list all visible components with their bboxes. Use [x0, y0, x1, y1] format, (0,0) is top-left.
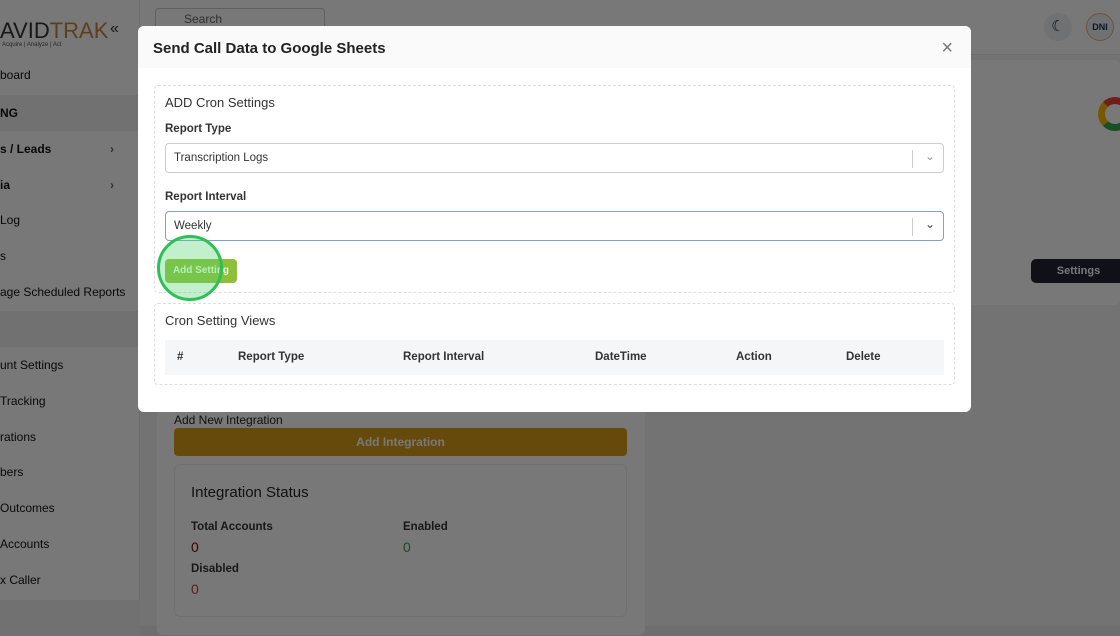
total-accounts-label: Total Accounts — [191, 521, 273, 533]
section-title: ADD Cron Settings — [165, 95, 275, 110]
sidebar-section — [0, 600, 140, 636]
column-header-delete: Delete — [846, 351, 881, 363]
close-icon[interactable]: × — [941, 37, 953, 60]
integration-status-title: Integration Status — [191, 484, 309, 501]
column-header-action: Action — [736, 351, 772, 363]
sidebar-section — [0, 311, 140, 347]
disabled-label: Disabled — [191, 563, 239, 575]
sidebar-item-outcomes[interactable]: Outcomes — [0, 490, 140, 526]
add-new-integration-label: Add New Integration — [174, 413, 283, 427]
sidebar-item-calls-leads[interactable]: s / Leads › — [0, 131, 140, 167]
enabled-value: 0 — [403, 539, 411, 555]
table-header: # Report Type Report Interval DateTime A… — [165, 340, 944, 375]
collapse-sidebar-icon[interactable]: « — [110, 20, 119, 38]
add-cron-settings-section: ADD Cron Settings Report Type Transcript… — [154, 85, 955, 301]
column-header-datetime: DateTime — [595, 351, 647, 363]
sidebar-item-log[interactable]: Log — [0, 202, 140, 238]
report-interval-select[interactable]: Weekly ⌄ — [165, 211, 944, 241]
sidebar-item-dashboard[interactable]: board — [0, 57, 140, 93]
sidebar-item-media[interactable]: ia › — [0, 167, 140, 203]
column-header-number: # — [177, 351, 184, 363]
enabled-label: Enabled — [403, 521, 448, 533]
sidebar-item-accounts[interactable]: Accounts — [0, 526, 140, 562]
add-integration-button[interactable]: Add Integration — [174, 428, 627, 456]
disabled-value: 0 — [191, 581, 199, 597]
chevron-down-icon: ⌄ — [924, 217, 935, 231]
section-title: Cron Setting Views — [165, 313, 276, 328]
avatar[interactable]: DNI — [1086, 13, 1114, 41]
total-accounts-value: 0 — [191, 539, 199, 555]
sidebar-item-numbers[interactable]: bers — [0, 454, 140, 490]
sidebar-item-tracking[interactable]: Tracking — [0, 383, 140, 419]
chevron-down-icon: ⌄ — [924, 149, 935, 163]
column-header-report-type: Report Type — [238, 351, 305, 363]
chevron-right-icon: › — [110, 178, 114, 192]
sidebar: AVIDTRAK Acquire | Analyze | Act « board… — [0, 0, 140, 636]
send-to-google-sheets-modal: Send Call Data to Google Sheets × ADD Cr… — [138, 26, 971, 412]
integration-status-panel: Integration Status Total Accounts 0 Enab… — [174, 464, 627, 617]
add-setting-button[interactable]: Add Setting — [157, 235, 237, 301]
report-interval-label: Report Interval — [165, 191, 247, 203]
cron-setting-views-section: Cron Setting Views # Report Type Report … — [154, 303, 955, 385]
chevron-right-icon: › — [110, 142, 114, 156]
sidebar-item-account-settings[interactable]: unt Settings — [0, 347, 140, 383]
report-type-select[interactable]: Transcription Logs ⌄ — [165, 143, 944, 173]
sidebar-item-reports[interactable]: s — [0, 238, 140, 274]
logo: AVIDTRAK — [0, 18, 109, 43]
report-type-label: Report Type — [165, 123, 232, 135]
modal-title: Send Call Data to Google Sheets — [138, 26, 971, 68]
dark-mode-toggle-icon[interactable]: ☾ — [1044, 13, 1072, 41]
logo-tagline: Acquire | Analyze | Act — [2, 42, 62, 48]
sidebar-item-scheduled-reports[interactable]: age Scheduled Reports — [0, 274, 140, 310]
settings-button[interactable]: Settings — [1031, 259, 1120, 283]
column-header-report-interval: Report Interval — [403, 351, 485, 363]
sidebar-item-caller[interactable]: x Caller — [0, 562, 140, 598]
sidebar-section-tracking: NG — [0, 95, 140, 131]
sidebar-item-integrations[interactable]: rations — [0, 419, 140, 455]
